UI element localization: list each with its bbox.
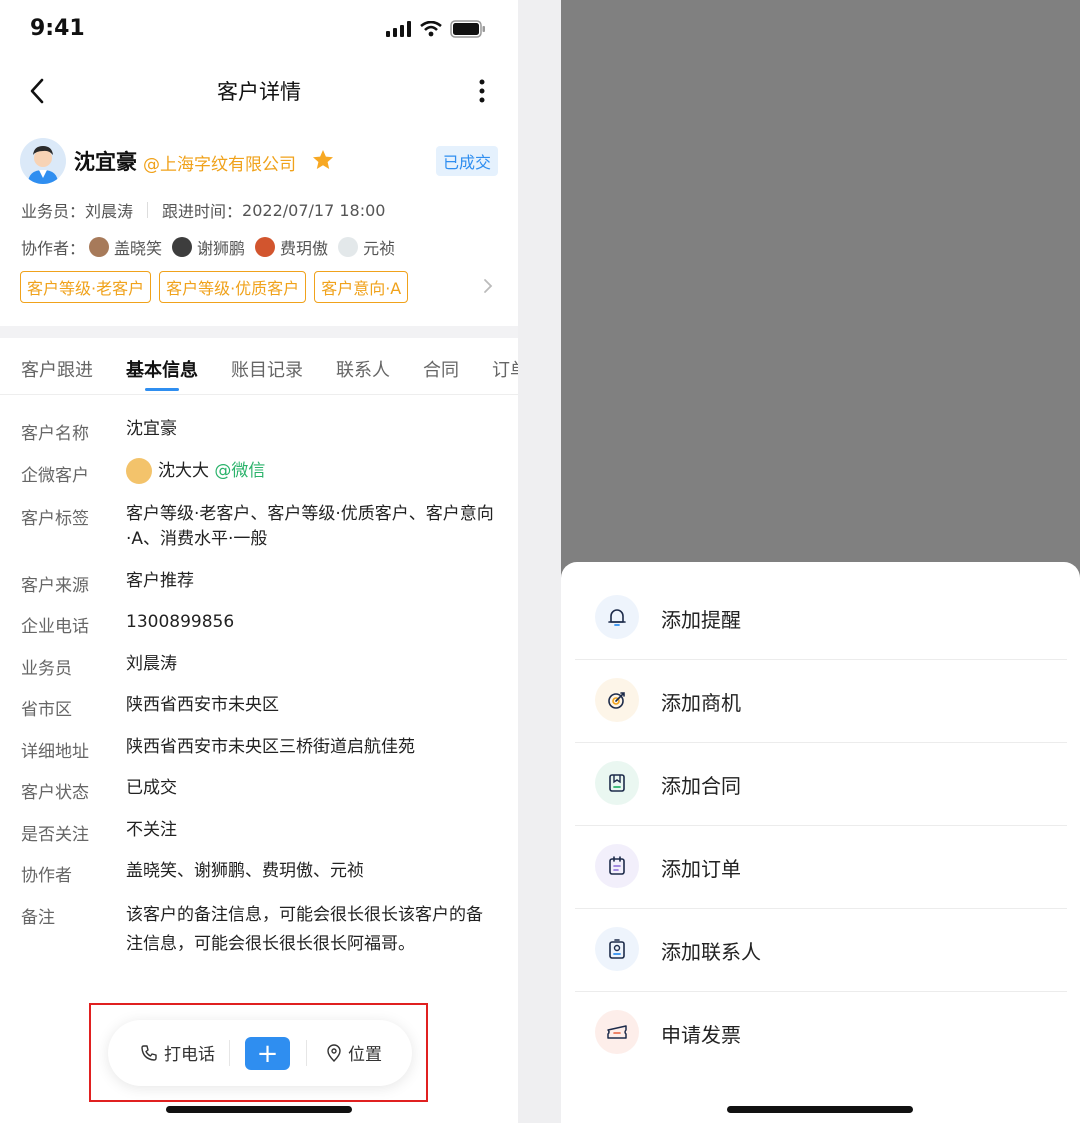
followup-time: 2022/07/17 18:00 <box>242 200 386 220</box>
info-value: 该客户的备注信息，可能会很长很长该客户的备注信息，可能会很长很长很长阿福哥。 <box>126 905 483 954</box>
target-icon <box>595 678 639 722</box>
page-title: 客户详情 <box>217 80 301 104</box>
collaborator-item[interactable]: 谢狮鹏 <box>172 235 245 259</box>
info-label: 备注 <box>21 908 55 928</box>
info-value: 刘晨涛 <box>126 654 177 674</box>
avatar <box>89 237 110 257</box>
action-sheet-screen: 添加提醒 添加商机 添加合同 添加订单 添加联系人 申请发票 <box>561 0 1080 1123</box>
avatar <box>255 237 276 257</box>
customer-detail-screen: 9:41 客户详情 沈宜豪 @上海字纹有限公司 已成交 业务员： 刘晨涛 跟进时… <box>0 0 518 1123</box>
invoice-icon <box>595 1010 639 1054</box>
battery-icon <box>450 20 485 38</box>
tab-bar: 客户跟进 基本信息 账目记录 联系人 合同 订单 <box>0 338 518 395</box>
info-value: 客户等级·老客户、客户等级·优质客户、客户意向·A、消费水平·一般 <box>126 504 494 549</box>
tab-basic-info[interactable]: 基本信息 <box>126 356 198 382</box>
info-value: 陕西省西安市未央区三桥街道启航佳苑 <box>126 737 415 757</box>
collaborators-line: 协作者： 盖晓笑 谢狮鹏 费玥傲 元祯 <box>21 235 405 259</box>
sheet-item-add-contract[interactable]: 添加合同 <box>575 742 1067 826</box>
info-value: 陕西省西安市未央区 <box>126 695 279 715</box>
more-icon[interactable] <box>470 76 494 106</box>
customer-tag[interactable]: 客户等级·优质客户 <box>159 271 307 303</box>
highlight-frame <box>89 1003 428 1102</box>
customer-tag[interactable]: 客户等级·老客户 <box>20 271 152 303</box>
collaborator-item[interactable]: 费玥傲 <box>255 235 328 259</box>
info-value: 盖晓笑、谢狮鹏、费玥傲、元祯 <box>126 861 364 881</box>
collaborators-label: 协作者： <box>21 239 86 258</box>
avatar <box>338 237 359 257</box>
sheet-item-apply-invoice[interactable]: 申请发票 <box>575 991 1067 1074</box>
info-label: 详细地址 <box>21 742 89 762</box>
collaborator-item[interactable]: 元祯 <box>338 235 395 259</box>
meta-divider <box>147 202 149 218</box>
status-badge: 已成交 <box>436 146 498 176</box>
collaborator-item[interactable]: 盖晓笑 <box>89 235 162 259</box>
section-divider <box>0 326 518 338</box>
info-value-wechat: 沈大大 @微信 <box>126 458 496 484</box>
contract-icon <box>595 761 639 805</box>
salesperson-value: 刘晨涛 <box>85 202 134 221</box>
tab-contracts[interactable]: 合同 <box>423 356 459 382</box>
customer-avatar <box>20 138 66 184</box>
avatar <box>126 458 152 484</box>
customer-name: 沈宜豪 <box>74 150 137 174</box>
info-value: 不关注 <box>126 820 177 840</box>
info-value: 沈宜豪 <box>126 419 177 439</box>
tab-orders[interactable]: 订单 <box>492 356 518 382</box>
info-value: 1300899856 <box>126 612 235 632</box>
bell-icon <box>595 595 639 639</box>
tab-contacts[interactable]: 联系人 <box>336 356 390 382</box>
meta-line: 业务员： 刘晨涛 跟进时间： 2022/07/17 18:00 <box>21 198 385 222</box>
signal-icon <box>386 21 411 37</box>
star-icon[interactable] <box>311 148 335 172</box>
customer-tag[interactable]: 客户意向·A <box>314 271 409 303</box>
contact-icon <box>595 927 639 971</box>
salesperson-label: 业务员： <box>21 202 86 221</box>
info-label: 客户来源 <box>21 576 89 596</box>
info-label: 是否关注 <box>21 825 89 845</box>
home-indicator[interactable] <box>727 1106 913 1113</box>
info-value: 客户推荐 <box>126 571 194 591</box>
tag-row: 客户等级·老客户 客户等级·优质客户 客户意向·A <box>20 271 409 303</box>
sheet-item-add-reminder[interactable]: 添加提醒 <box>575 576 1067 660</box>
info-label: 企业电话 <box>21 617 89 637</box>
info-value: 已成交 <box>126 778 177 798</box>
info-label: 省市区 <box>21 700 72 720</box>
info-label: 客户名称 <box>21 424 89 444</box>
sheet-item-add-opportunity[interactable]: 添加商机 <box>575 659 1067 743</box>
chevron-right-icon[interactable] <box>480 276 496 296</box>
tab-accounts[interactable]: 账目记录 <box>231 356 303 382</box>
wifi-icon <box>420 21 442 37</box>
order-icon <box>595 844 639 888</box>
tab-followup[interactable]: 客户跟进 <box>21 356 93 382</box>
status-time: 9:41 <box>30 16 85 41</box>
status-icons <box>386 20 486 38</box>
info-label: 客户标签 <box>21 509 89 529</box>
tab-indicator <box>145 388 179 391</box>
followup-label: 跟进时间： <box>162 202 243 221</box>
home-indicator[interactable] <box>166 1106 352 1113</box>
wechat-tag: @微信 <box>214 461 266 481</box>
info-label: 业务员 <box>21 659 72 679</box>
wechat-name: 沈大大 <box>158 461 209 481</box>
sheet-item-add-contact[interactable]: 添加联系人 <box>575 908 1067 992</box>
customer-company: @上海字纹有限公司 <box>143 155 296 175</box>
info-label: 客户状态 <box>21 783 89 803</box>
avatar <box>172 237 193 257</box>
action-sheet: 添加提醒 添加商机 添加合同 添加订单 添加联系人 申请发票 <box>561 562 1080 1123</box>
sheet-item-add-order[interactable]: 添加订单 <box>575 825 1067 909</box>
info-label: 协作者 <box>21 866 72 886</box>
info-label: 企微客户 <box>21 466 89 486</box>
